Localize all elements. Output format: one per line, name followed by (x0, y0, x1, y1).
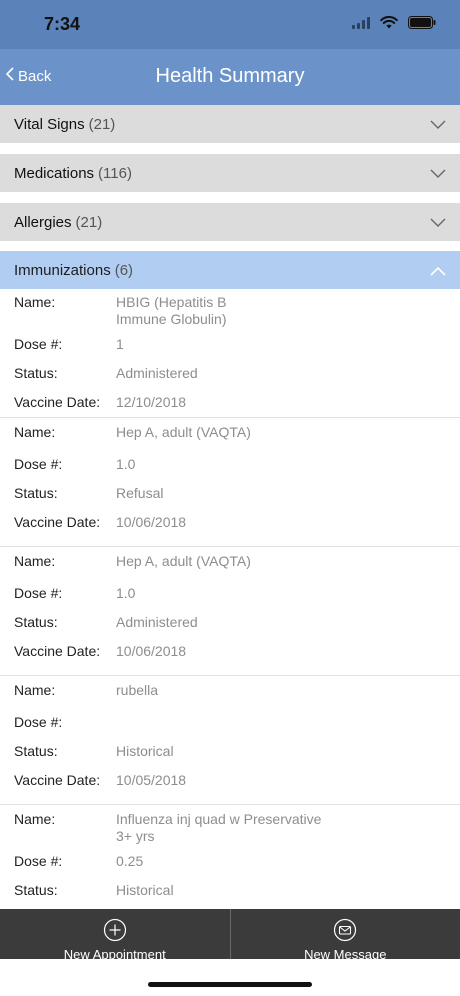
immunization-list[interactable]: Name: HBIG (Hepatitis B Immune Globulin)… (0, 289, 460, 909)
status-value: Administered (116, 365, 198, 381)
dose-row: Dose #: (0, 714, 460, 731)
date-row: Vaccine Date: 10/05/2018 (0, 772, 460, 789)
section-medications[interactable]: Medications (116) (0, 154, 460, 192)
status-value: Historical (116, 882, 174, 898)
date-label: Vaccine Date: (14, 514, 101, 530)
status-value: Refusal (116, 485, 164, 501)
name-value: Influenza inj quad w Preservative 3+ yrs (116, 811, 322, 844)
dose-label: Dose #: (14, 456, 63, 472)
status-label: Status: (14, 614, 58, 630)
section-label: Vital Signs (14, 115, 85, 133)
list-item: Name: rubella Dose #: Status: Historical… (0, 676, 460, 805)
section-immunizations[interactable]: Immunizations (6) (0, 251, 460, 289)
status-label: Status: (14, 485, 58, 501)
date-label: Vaccine Date: (14, 772, 101, 788)
date-label: Vaccine Date: (14, 394, 101, 410)
name-label: Name: (14, 682, 56, 698)
nav-bar: Back Health Summary (0, 49, 460, 105)
name-value: Hep A, adult (VAQTA) (116, 553, 251, 569)
bottom-toolbar: New Appointment New Message (0, 909, 460, 962)
name-value: HBIG (Hepatitis B Immune Globulin) (116, 294, 227, 327)
new-message-label: New Message (304, 947, 387, 962)
name-row: Name: HBIG (Hepatitis B Immune Globulin) (0, 294, 460, 328)
name-row: Name: Hep A, adult (VAQTA) (0, 424, 460, 441)
date-label: Vaccine Date: (14, 643, 101, 659)
section-count: (6) (114, 261, 134, 279)
dose-label: Dose #: (14, 336, 63, 352)
name-row: Name: rubella (0, 682, 460, 699)
status-row: Status: Refusal (0, 485, 460, 502)
date-value: 10/05/2018 (116, 772, 187, 788)
name-label: Name: (14, 553, 56, 569)
envelope-circle-icon (333, 918, 357, 945)
dose-value: 1.0 (116, 585, 136, 601)
name-row: Name: Hep A, adult (VAQTA) (0, 553, 460, 570)
status-row: Status: Historical (0, 743, 460, 760)
date-value: 10/06/2018 (116, 643, 187, 659)
date-value: 10/06/2018 (116, 514, 187, 530)
plus-circle-icon (103, 918, 127, 945)
list-item: Name: Influenza inj quad w Preservative … (0, 805, 460, 909)
dose-row: Dose #: 0.25 (0, 853, 460, 870)
home-indicator (148, 982, 312, 987)
status-time: 7:34 (44, 14, 81, 34)
status-label: Status: (14, 743, 58, 759)
name-label: Name: (14, 811, 56, 827)
page-title: Health Summary (155, 65, 305, 87)
section-count: (21) (75, 213, 103, 231)
section-label: Immunizations (14, 261, 111, 279)
dose-label: Dose #: (14, 714, 63, 730)
chevron-down-icon (430, 215, 446, 232)
name-row: Name: Influenza inj quad w Preservative … (0, 811, 460, 845)
status-label: Status: (14, 882, 58, 898)
section-label: Allergies (14, 213, 72, 231)
status-label: Status: (14, 365, 58, 381)
dose-value: 1 (116, 336, 124, 352)
date-value: 12/10/2018 (116, 394, 187, 410)
new-appointment-label: New Appointment (63, 947, 166, 962)
section-vital-signs[interactable]: Vital Signs (21) (0, 105, 460, 143)
status-row: Status: Administered (0, 614, 460, 631)
dose-value: 1.0 (116, 456, 136, 472)
date-row: Vaccine Date: 12/10/2018 (0, 394, 460, 411)
date-row: Vaccine Date: 10/06/2018 (0, 643, 460, 660)
status-bar: 7:34 (0, 0, 460, 49)
list-item: Name: HBIG (Hepatitis B Immune Globulin)… (0, 289, 460, 418)
name-value: Hep A, adult (VAQTA) (116, 424, 251, 440)
dose-row: Dose #: 1.0 (0, 585, 460, 602)
signal-icon (352, 16, 370, 34)
date-row: Vaccine Date: 10/06/2018 (0, 514, 460, 531)
list-item: Name: Hep A, adult (VAQTA) Dose #: 1.0 S… (0, 418, 460, 547)
status-icons (352, 16, 436, 34)
wifi-icon (380, 16, 398, 34)
status-value: Historical (116, 743, 174, 759)
battery-icon (408, 16, 436, 34)
section-allergies[interactable]: Allergies (21) (0, 203, 460, 241)
section-count: (21) (88, 115, 116, 133)
chevron-down-icon (430, 166, 446, 183)
chevron-down-icon (430, 117, 446, 134)
status-row: Status: Administered (0, 365, 460, 382)
new-appointment-button[interactable]: New Appointment (0, 909, 230, 962)
section-count: (116) (98, 164, 132, 182)
name-label: Name: (14, 424, 56, 440)
status-row: Status: Historical (0, 882, 460, 899)
name-label: Name: (14, 294, 56, 310)
chevron-up-icon (430, 263, 446, 280)
dose-value: 0.25 (116, 853, 144, 869)
dose-label: Dose #: (14, 853, 63, 869)
section-label: Medications (14, 164, 95, 182)
list-item: Name: Hep A, adult (VAQTA) Dose #: 1.0 S… (0, 547, 460, 676)
new-message-button[interactable]: New Message (229, 909, 460, 962)
status-value: Administered (116, 614, 198, 630)
dose-label: Dose #: (14, 585, 63, 601)
dose-row: Dose #: 1.0 (0, 456, 460, 473)
dose-row: Dose #: 1 (0, 336, 460, 353)
name-value: rubella (116, 682, 159, 698)
